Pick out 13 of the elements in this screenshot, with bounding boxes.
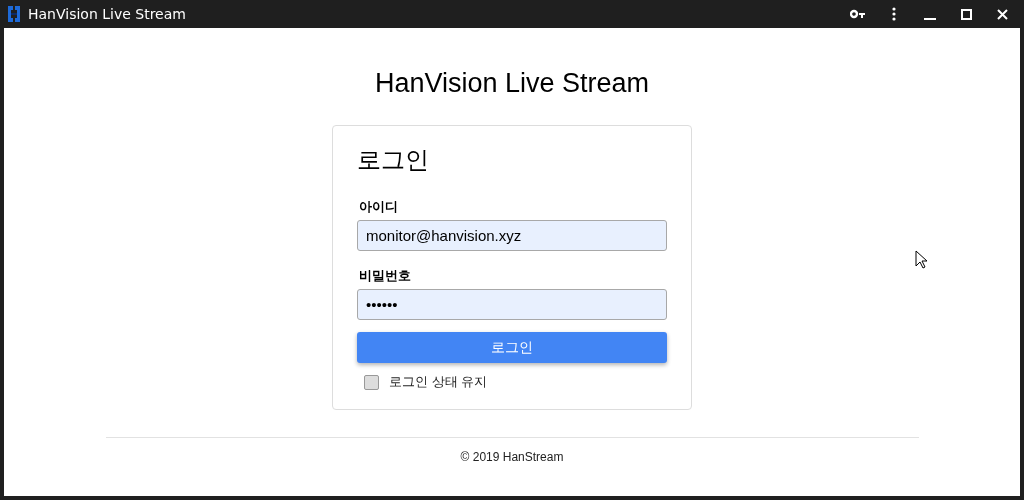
checkbox-label: 로그인 상태 유지 [389,373,488,391]
field-label: 비밀번호 [359,267,412,285]
app-logo-icon [6,5,22,23]
cursor-icon [915,250,928,270]
input-field[interactable]: •••••• [357,289,667,320]
checkbox[interactable] [364,374,379,390]
window-title: HanVision Live Stream [28,6,187,22]
login-button[interactable]: 로그인 [357,332,667,363]
field-label: 아이디 [359,198,399,216]
page-title: HanVision Live Stream [374,68,650,99]
copyright-text: © 2019 HanStream [460,450,564,464]
input-field[interactable]: monitor@hanvision.xyz [357,220,667,251]
card-heading: 로그인 [357,145,430,175]
